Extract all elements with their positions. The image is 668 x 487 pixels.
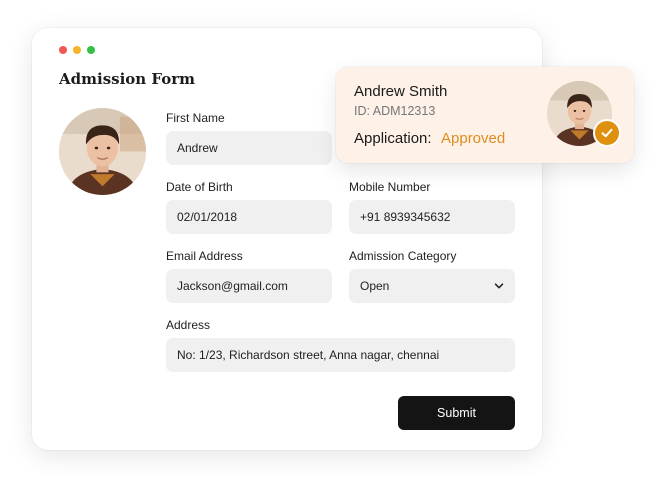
check-icon: [601, 128, 613, 138]
mobile-input[interactable]: +91 8939345632: [349, 200, 515, 234]
address-input[interactable]: No: 1/23, Richardson street, Anna nagar,…: [166, 338, 515, 372]
card-application-status: Approved: [441, 130, 506, 147]
email-label: Email Address: [166, 249, 243, 263]
submit-button[interactable]: Submit: [398, 396, 515, 430]
window-close-dot[interactable]: [59, 46, 67, 54]
window-maximize-dot[interactable]: [87, 46, 95, 54]
card-student-id: ID: ADM12313: [354, 104, 436, 118]
email-input[interactable]: Jackson@gmail.com: [166, 269, 332, 303]
address-label: Address: [166, 318, 211, 332]
category-label: Admission Category: [349, 249, 457, 263]
card-application-label: Application:: [354, 130, 432, 147]
approved-badge: [593, 119, 621, 147]
chevron-down-icon: [494, 283, 504, 289]
category-value: Open: [360, 279, 390, 293]
card-student-name: Andrew Smith: [354, 83, 448, 100]
category-select[interactable]: Open: [349, 269, 515, 303]
form-title: Admission Form: [59, 70, 196, 88]
student-avatar: [59, 108, 146, 195]
application-status-card: Andrew Smith ID: ADM12313 Application: A…: [336, 67, 634, 163]
first-name-label: First Name: [166, 111, 225, 125]
dob-input[interactable]: 02/01/2018: [166, 200, 332, 234]
first-name-input[interactable]: Andrew: [166, 131, 332, 165]
mobile-label: Mobile Number: [349, 180, 431, 194]
window-minimize-dot[interactable]: [73, 46, 81, 54]
dob-label: Date of Birth: [166, 180, 233, 194]
